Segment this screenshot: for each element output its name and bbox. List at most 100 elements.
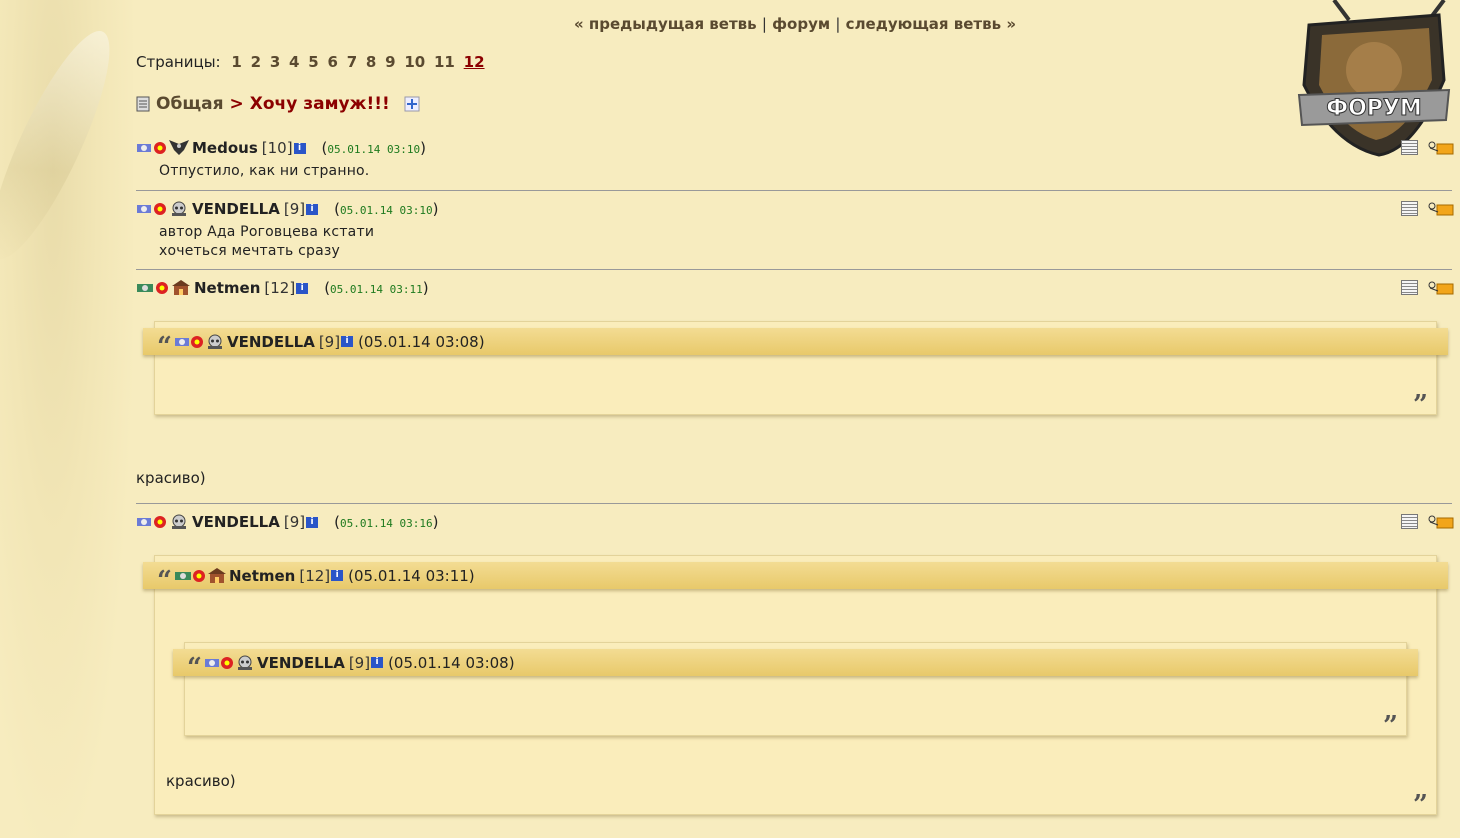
nav-separator: | (761, 15, 767, 33)
nested-quote-block: “ VENDELLA [9] i (05.01.14 03:08) ” (173, 642, 1418, 741)
post-text: красиво) (136, 469, 206, 487)
page-link[interactable]: 3 (270, 53, 280, 71)
post-time: (05.01.14 03:10) (334, 200, 439, 218)
info-icon[interactable]: i (306, 203, 319, 215)
quote-author[interactable]: VENDELLA (257, 654, 345, 672)
flower-badge-icon (190, 335, 203, 348)
skull-icon (172, 201, 186, 216)
flower-badge-icon (154, 142, 166, 154)
clan-badge-icon (137, 144, 151, 152)
post-author[interactable]: VENDELLA (192, 200, 280, 218)
info-icon[interactable]: i (341, 336, 354, 347)
quote-time: (05.01.14 03:08) (388, 653, 515, 672)
forum-logo[interactable]: ФОРУМ (1294, 0, 1452, 158)
author-level: [9] (283, 200, 306, 218)
post-author[interactable]: VENDELLA (192, 513, 280, 531)
author-level: [12] (299, 566, 331, 585)
notepad-icon (136, 96, 150, 112)
clan-badge-icon (137, 518, 151, 526)
add-topic-icon[interactable] (404, 96, 420, 112)
skull-icon (237, 655, 252, 670)
forum-link[interactable]: форум (772, 15, 830, 33)
breadcrumb-section[interactable]: Общая (156, 94, 224, 114)
logo-text: ФОРУМ (1326, 96, 1422, 121)
author-level: [9] (283, 513, 306, 531)
clan-badge-green-icon (137, 284, 153, 292)
quote-reply-icon[interactable] (1428, 281, 1454, 295)
list-icon[interactable] (1401, 140, 1418, 155)
info-icon[interactable]: i (331, 570, 344, 581)
clan-badge-icon (204, 658, 219, 667)
clan-badge-icon (174, 337, 189, 346)
nav-separator: | (835, 15, 841, 33)
post-body: автор Ада Роговцева кстати хочеться мечт… (159, 223, 1456, 261)
next-thread-link[interactable]: следующая ветвь » (846, 15, 1016, 33)
list-icon[interactable] (1401, 514, 1418, 529)
breadcrumb: Общая > Хочу замуж!!! (136, 94, 420, 114)
post-text-line: автор Ада Роговцева кстати (159, 224, 375, 240)
post-divider (136, 269, 1452, 270)
quote-time: (05.01.14 03:08) (358, 332, 485, 351)
post-divider (136, 503, 1452, 504)
house-icon (207, 567, 226, 583)
current-page[interactable]: 12 (464, 53, 485, 71)
quote-header: “ Netmen [12] i (05.01.14 03:11) (143, 562, 1448, 594)
quote-block: “ VENDELLA [9] i (05.01.14 03:08) ” (143, 321, 1448, 420)
prev-thread-link[interactable]: « предыдущая ветвь (574, 15, 757, 33)
post-body: Отпустило, как ни странно. (159, 162, 1456, 181)
side-decoration (0, 0, 133, 838)
post-time: (05.01.14 03:16) (334, 513, 439, 531)
pagination: Страницы: 1 2 3 4 5 6 7 8 9 10 11 12 (136, 53, 489, 71)
quote-reply-icon[interactable] (1428, 202, 1454, 216)
page-link[interactable]: 1 (231, 53, 241, 71)
page-link[interactable]: 9 (385, 53, 395, 71)
skull-icon (207, 334, 222, 349)
info-icon[interactable]: i (306, 516, 319, 528)
breadcrumb-topic: Хочу замуж!!! (249, 94, 390, 114)
quote-open-icon: “ (157, 565, 172, 596)
author-level: [9] (318, 332, 341, 351)
page-link[interactable]: 11 (434, 53, 455, 71)
clan-badge-icon (137, 205, 151, 213)
post-time: (05.01.14 03:11) (324, 279, 429, 297)
flower-badge-icon (154, 203, 166, 215)
post-text-line: Отпустило, как ни странно. (159, 163, 370, 179)
quote-reply-icon[interactable] (1428, 141, 1454, 155)
forum-post: VENDELLA [9] i (05.01.14 03:16) (136, 512, 1456, 532)
page-link[interactable]: 6 (327, 53, 337, 71)
post-divider (136, 190, 1452, 191)
flower-badge-icon (156, 282, 168, 294)
author-level: [9] (348, 653, 371, 672)
info-icon[interactable]: i (371, 657, 384, 668)
quote-open-icon: “ (157, 331, 172, 362)
post-time: (05.01.14 03:10) (321, 139, 426, 157)
page-link[interactable]: 7 (347, 53, 357, 71)
pages-label: Страницы: (136, 53, 221, 71)
eagle-icon (169, 140, 189, 155)
quote-reply-icon[interactable] (1428, 515, 1454, 529)
page-link[interactable]: 5 (308, 53, 318, 71)
list-icon[interactable] (1401, 280, 1418, 295)
list-icon[interactable] (1401, 201, 1418, 216)
clan-badge-green-icon (174, 571, 191, 580)
forum-post: Netmen [12] i (05.01.14 03:11) (136, 278, 1456, 298)
quote-author[interactable]: Netmen (229, 567, 295, 585)
house-icon (172, 280, 190, 295)
page-link[interactable]: 8 (366, 53, 376, 71)
post-author[interactable]: Netmen (194, 279, 260, 297)
quote-header: “ VENDELLA [9] i (05.01.14 03:08) (173, 649, 1418, 681)
info-icon[interactable]: i (296, 282, 309, 294)
info-icon[interactable]: i (293, 142, 306, 154)
page-link[interactable]: 10 (404, 53, 425, 71)
top-navigation: « предыдущая ветвь | форум | следующая в… (0, 15, 1460, 33)
page-link[interactable]: 2 (251, 53, 261, 71)
post-author[interactable]: Medous (192, 139, 258, 157)
quote-close-icon: ” (1413, 390, 1428, 420)
page-link[interactable]: 4 (289, 53, 299, 71)
flower-badge-icon (192, 569, 205, 582)
forum-post: Medous [10] i (05.01.14 03:10) Отпустило… (136, 138, 1456, 181)
quote-close-icon: ” (1383, 711, 1398, 741)
quote-close-icon: ” (1413, 790, 1428, 820)
quote-block: “ Netmen [12] i (05.01.14 03:11) “ VENDE… (143, 555, 1448, 820)
quote-author[interactable]: VENDELLA (227, 333, 315, 351)
